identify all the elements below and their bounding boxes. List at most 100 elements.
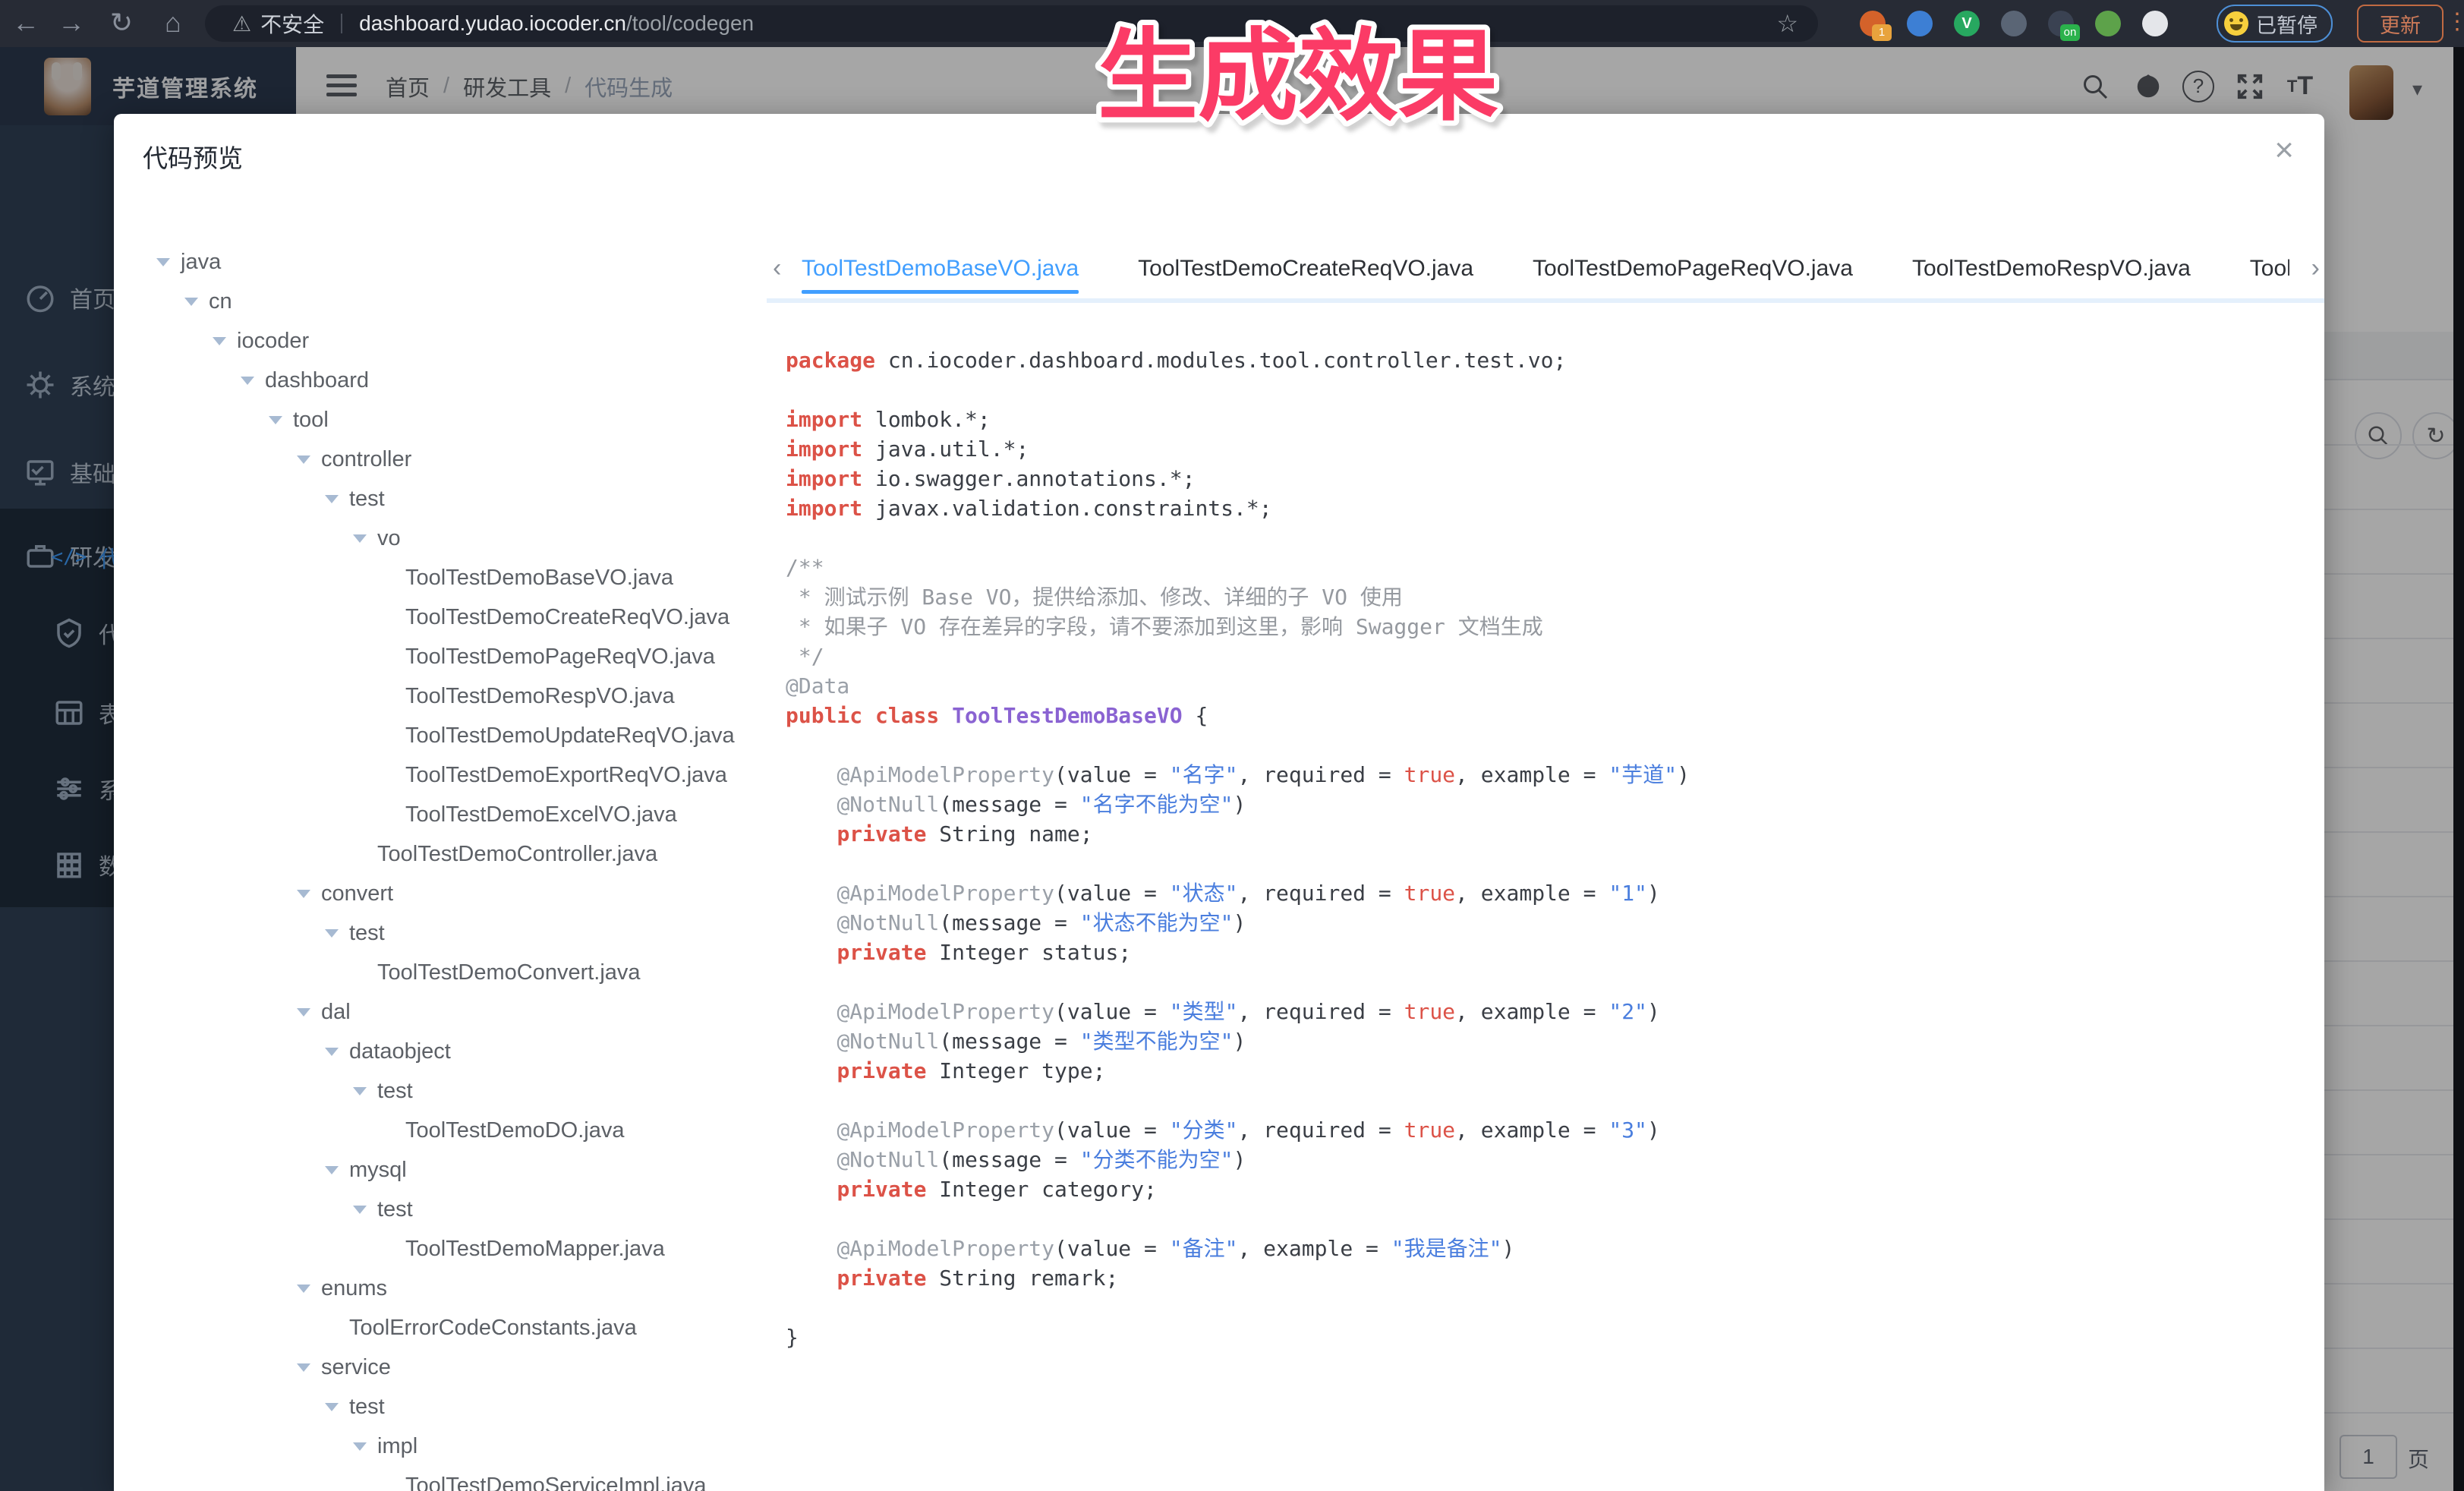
code-line: @NotNull(message = "名字不能为空") (786, 790, 1690, 819)
back-icon[interactable]: ← (5, 0, 47, 47)
caret-down-icon[interactable] (297, 1363, 310, 1372)
tree-item-label: test (377, 1197, 413, 1222)
caret-down-icon[interactable] (297, 890, 310, 898)
tree-item-label: test (349, 1395, 385, 1420)
caret-down-icon[interactable] (325, 1166, 339, 1174)
url-path[interactable]: /tool/codegen (626, 11, 754, 36)
code-line: import java.util.*; (786, 434, 1690, 464)
tree-file[interactable]: ToolTestDemoExcelVO.java (141, 795, 771, 834)
tree-file[interactable]: ToolTestDemoUpdateReqVO.java (141, 716, 771, 755)
tree-file[interactable]: ToolTestDemoMapper.java (141, 1229, 771, 1269)
caret-down-icon[interactable] (297, 1285, 310, 1293)
caret-down-icon[interactable] (325, 1403, 339, 1411)
tree-folder[interactable]: test (141, 1190, 771, 1229)
caret-down-icon[interactable] (353, 1087, 367, 1095)
security-label[interactable]: 不安全 (260, 8, 324, 39)
tree-item-label: cn (209, 289, 232, 314)
tree-folder[interactable]: controller (141, 440, 771, 479)
tree-folder[interactable]: convert (141, 874, 771, 913)
tree-item-label: test (349, 921, 385, 946)
home-icon[interactable]: ⌂ (152, 0, 194, 47)
tree-file[interactable]: ToolTestDemoRespVO.java (141, 676, 771, 716)
tree-item-label: ToolTestDemoBaseVO.java (405, 566, 673, 591)
tree-file[interactable]: ToolTestDemoConvert.java (141, 953, 771, 992)
caret-down-icon[interactable] (353, 1442, 367, 1451)
emoji-face-icon (2224, 11, 2248, 36)
caret-down-icon[interactable] (325, 929, 339, 938)
caret-down-icon[interactable] (353, 1206, 367, 1214)
extension-grid-icon[interactable] (2001, 11, 2027, 36)
tree-folder[interactable]: mysql (141, 1150, 771, 1190)
tree-item-label: iocoder (237, 329, 309, 354)
caret-down-icon[interactable] (213, 337, 226, 345)
url-host[interactable]: dashboard.yudao.iocoder.cn (359, 11, 626, 36)
tree-folder[interactable]: cn (141, 282, 771, 321)
tree-item-label: ToolTestDemoExportReqVO.java (405, 763, 727, 788)
tree-folder[interactable]: iocoder (141, 321, 771, 361)
extension-sprout-icon[interactable] (2095, 11, 2121, 36)
code-line: /** (786, 553, 1690, 582)
update-button[interactable]: 更新 (2357, 5, 2444, 43)
caret-down-icon[interactable] (325, 1048, 339, 1056)
tab-ToolTestDemoCreateReqVO.java[interactable]: ToolTestDemoCreateReqVO.java (1138, 239, 1473, 298)
tabs-scroll-left-icon[interactable]: ‹ (773, 239, 781, 298)
paused-extension-button[interactable]: 已暂停 (2217, 5, 2333, 43)
tree-file[interactable]: ToolTestDemoController.java (141, 834, 771, 874)
tab-ToolTe[interactable]: ToolTe (2250, 239, 2289, 298)
tree-item-label: ToolTestDemoExcelVO.java (405, 802, 677, 827)
tree-item-label: test (349, 487, 385, 512)
tree-folder[interactable]: dashboard (141, 361, 771, 400)
extension-puzzle-icon[interactable] (2142, 11, 2168, 36)
tree-folder[interactable]: impl (141, 1426, 771, 1466)
tab-ToolTestDemoBaseVO.java[interactable]: ToolTestDemoBaseVO.java (802, 239, 1079, 298)
caret-down-icon[interactable] (269, 416, 282, 424)
browser-menu-icon[interactable]: ⋮ (2446, 0, 2464, 47)
caret-down-icon[interactable] (184, 298, 198, 306)
extension-orange-icon[interactable]: 1 (1860, 11, 1886, 36)
tree-file[interactable]: ToolTestDemoPageReqVO.java (141, 637, 771, 676)
tree-item-label: dataobject (349, 1039, 451, 1064)
code-line (786, 1086, 1690, 1115)
tree-file[interactable]: ToolTestDemoCreateReqVO.java (141, 597, 771, 637)
caret-down-icon[interactable] (353, 534, 367, 543)
close-icon[interactable]: × (2274, 134, 2294, 167)
tree-item-label: tool (293, 408, 329, 433)
tree-file[interactable]: ToolTestDemoExportReqVO.java (141, 755, 771, 795)
tree-folder[interactable]: service (141, 1348, 771, 1387)
caret-down-icon[interactable] (297, 1008, 310, 1017)
caret-down-icon[interactable] (156, 258, 170, 266)
code-content: package cn.iocoder.dashboard.modules.too… (786, 345, 1690, 1352)
tree-folder[interactable]: test (141, 1387, 771, 1426)
extension-green-v-icon[interactable]: V (1954, 11, 1980, 36)
tree-folder[interactable]: dataobject (141, 1032, 771, 1071)
tree-folder[interactable]: dal (141, 992, 771, 1032)
tree-folder[interactable]: tool (141, 400, 771, 440)
tree-folder[interactable]: test (141, 479, 771, 519)
tree-item-label: dashboard (265, 368, 369, 393)
extension-list-icon[interactable]: on (2048, 11, 2074, 36)
tree-file[interactable]: ToolTestDemoDO.java (141, 1111, 771, 1150)
tree-file[interactable]: ToolErrorCodeConstants.java (141, 1308, 771, 1348)
caret-down-icon[interactable] (297, 455, 310, 464)
tree-file[interactable]: ToolTestDemoServiceImpl.java (141, 1466, 771, 1491)
address-bar[interactable]: ⚠ 不安全 dashboard.yudao.iocoder.cn/tool/co… (205, 5, 1818, 42)
extension-pin-icon[interactable] (1907, 11, 1933, 36)
tab-ToolTestDemoRespVO.java[interactable]: ToolTestDemoRespVO.java (1912, 239, 2191, 298)
tabs-bar: ‹ ToolTestDemoBaseVO.java ToolTestDemoCre… (767, 239, 2324, 303)
tree-item-label: ToolTestDemoDO.java (405, 1118, 625, 1143)
annotation-text: 生成效果 (1098, 20, 1498, 132)
tree-file[interactable]: ToolTestDemoBaseVO.java (141, 558, 771, 597)
tree-folder[interactable]: vo (141, 519, 771, 558)
caret-down-icon[interactable] (325, 495, 339, 503)
tree-folder[interactable]: test (141, 913, 771, 953)
caret-down-icon[interactable] (241, 377, 254, 385)
reload-icon[interactable]: ↻ (100, 0, 143, 47)
forward-icon[interactable]: → (50, 0, 93, 47)
code-line: private Integer category; (786, 1174, 1690, 1204)
tree-folder[interactable]: test (141, 1071, 771, 1111)
tab-ToolTestDemoPageReqVO.java[interactable]: ToolTestDemoPageReqVO.java (1533, 239, 1853, 298)
tree-folder[interactable]: java (141, 242, 771, 282)
tree-folder[interactable]: enums (141, 1269, 771, 1308)
tabs-scroll-right-icon[interactable]: › (2311, 239, 2320, 298)
bookmark-star-icon[interactable]: ☆ (1776, 9, 1798, 38)
